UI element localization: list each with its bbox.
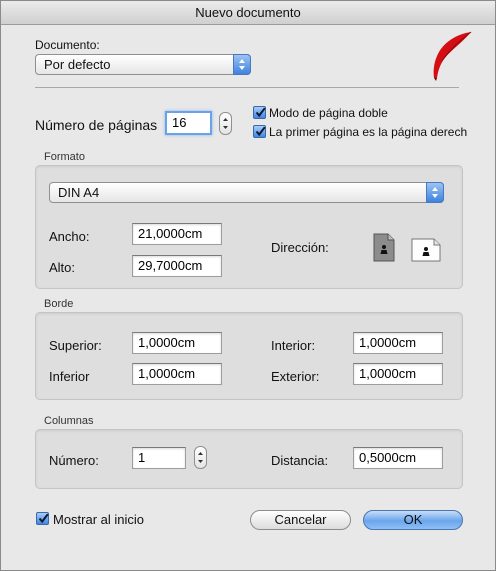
new-document-dialog: Nuevo documento Documento: Por defecto N… xyxy=(0,0,496,571)
quill-logo-icon xyxy=(433,31,472,81)
height-input[interactable]: 29,7000cm xyxy=(132,255,222,277)
document-preset-select[interactable]: Por defecto xyxy=(35,54,251,75)
stepper-icon xyxy=(198,452,203,463)
window-title: Nuevo documento xyxy=(1,1,495,25)
popup-arrows-icon xyxy=(426,182,444,203)
column-distance-label: Distancia: xyxy=(271,453,329,468)
orientation-label: Dirección: xyxy=(271,240,329,255)
width-input[interactable]: 21,0000cm xyxy=(132,223,222,245)
checkmark-icon xyxy=(255,126,266,137)
portrait-orientation-button[interactable] xyxy=(373,233,395,262)
column-count-stepper[interactable] xyxy=(194,446,207,469)
first-page-right-checkbox[interactable] xyxy=(253,125,266,138)
page-count-label: Número de páginas xyxy=(35,117,158,133)
document-preset-value: Por defecto xyxy=(44,57,111,72)
popup-arrows-icon xyxy=(233,54,251,75)
portrait-page-icon xyxy=(373,233,395,262)
height-label: Alto: xyxy=(49,260,76,275)
cancel-button[interactable]: Cancelar xyxy=(250,510,351,530)
paper-size-select[interactable]: DIN A4 xyxy=(49,182,444,203)
column-distance-input[interactable]: 0,5000cm xyxy=(353,447,443,469)
columns-group-title: Columnas xyxy=(44,415,94,427)
border-outer-input[interactable]: 1,0000cm xyxy=(353,363,443,385)
border-outer-label: Exterior: xyxy=(271,369,320,384)
stepper-icon xyxy=(223,118,228,129)
landscape-orientation-button[interactable] xyxy=(411,238,441,262)
column-count-label: Número: xyxy=(49,453,99,468)
document-label: Documento: xyxy=(35,38,100,52)
top-separator xyxy=(35,87,459,88)
checkmark-icon xyxy=(38,513,49,524)
double-page-checkbox[interactable] xyxy=(253,106,266,119)
column-count-input[interactable]: 1 xyxy=(132,447,186,469)
checkmark-icon xyxy=(255,107,266,118)
border-bottom-input[interactable]: 1,0000cm xyxy=(132,363,222,385)
show-at-start-checkbox[interactable] xyxy=(36,512,49,525)
width-label: Ancho: xyxy=(49,229,90,244)
show-at-start-label: Mostrar al inicio xyxy=(53,512,145,527)
paper-size-value: DIN A4 xyxy=(58,185,100,200)
border-inner-label: Interior: xyxy=(271,338,316,353)
border-group xyxy=(35,312,463,400)
landscape-page-icon xyxy=(411,238,441,262)
format-group-title: Formato xyxy=(44,151,85,163)
border-top-input[interactable]: 1,0000cm xyxy=(132,332,222,354)
page-count-stepper[interactable] xyxy=(219,112,232,135)
border-group-title: Borde xyxy=(44,298,74,310)
border-inner-input[interactable]: 1,0000cm xyxy=(353,332,443,354)
border-top-label: Superior: xyxy=(49,338,102,353)
page-count-input[interactable]: 16 xyxy=(165,111,212,135)
border-bottom-label: Inferior xyxy=(49,369,90,384)
double-page-label: Modo de página doble xyxy=(269,106,388,120)
first-page-right-label: La primer página es la página derech xyxy=(269,125,468,139)
ok-button[interactable]: OK xyxy=(363,510,463,530)
